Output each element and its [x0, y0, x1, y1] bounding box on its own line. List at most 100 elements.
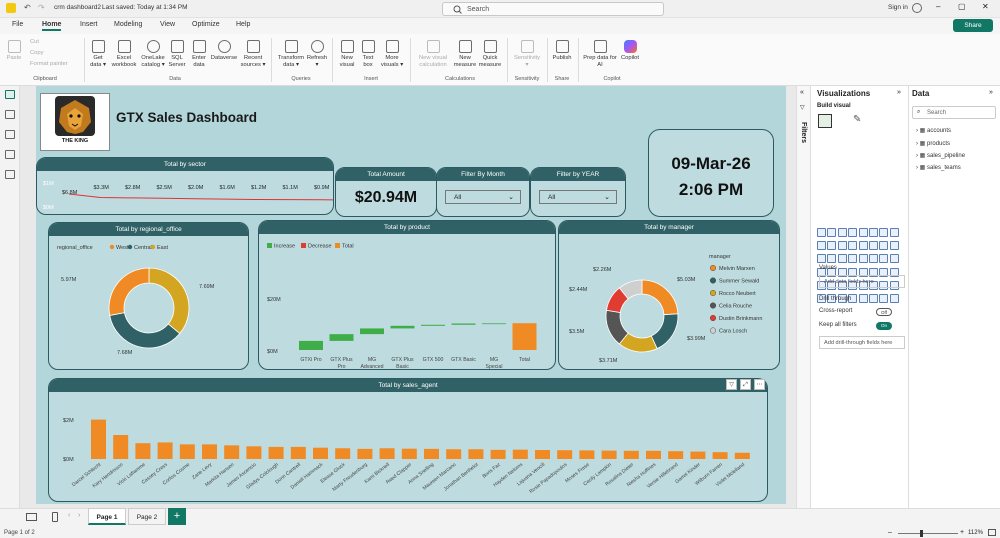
visual-type-icon[interactable] — [858, 228, 868, 237]
table-accounts[interactable]: › ▦ accounts — [916, 127, 951, 134]
undo-icon[interactable]: ↶ — [24, 3, 31, 12]
visual-type-icon[interactable] — [889, 228, 899, 237]
visual-type-icon[interactable] — [879, 241, 889, 251]
product-bar[interactable] — [360, 328, 384, 335]
regional-slice-central[interactable] — [109, 312, 181, 349]
agent-bar[interactable] — [601, 450, 617, 459]
visual-type-icon[interactable] — [889, 241, 899, 251]
product-bar[interactable] — [390, 325, 415, 329]
copilot-button[interactable]: Copilot — [618, 40, 642, 62]
visual-type-icon[interactable] — [858, 293, 868, 303]
manager-chart-card[interactable]: Total by manager $2.26M $5.03M $2.44M $3… — [558, 220, 780, 370]
regional-donut-chart[interactable]: regional_office West Central East 5.97M … — [49, 236, 248, 370]
agent-bar[interactable] — [468, 449, 484, 459]
agent-bar[interactable] — [535, 450, 550, 459]
visual-type-icon[interactable] — [858, 254, 868, 264]
visual-type-icon[interactable] — [837, 241, 847, 251]
menu-view[interactable]: View — [160, 21, 175, 28]
visual-type-icon[interactable] — [879, 254, 889, 264]
manager-legend-item[interactable]: Cara Losch — [719, 329, 747, 335]
format-painter-button[interactable]: Format painter — [30, 61, 68, 67]
get-data-button[interactable]: Get data ▾ — [88, 40, 108, 68]
regional-office-card[interactable]: Total by regional_office regional_office… — [48, 222, 249, 370]
sector-chart-card[interactable]: Total by sector $1M $0M $6.8M $3.3M $2.8M $2.… — [36, 157, 334, 215]
manager-legend-item[interactable]: Dustin Brinkmann — [719, 316, 762, 322]
regional-slice-west[interactable] — [108, 267, 150, 316]
zoom-in-icon[interactable]: + — [960, 529, 964, 536]
month-dropdown[interactable]: All ⌄ — [445, 190, 521, 204]
add-page-button[interactable]: + — [168, 508, 186, 525]
new-measure-button[interactable]: New measure — [452, 40, 478, 68]
visual-type-icon[interactable] — [848, 254, 858, 264]
paste-button[interactable]: Paste — [4, 40, 24, 62]
legend-central[interactable]: Central — [134, 245, 152, 251]
build-visual-tab-icon[interactable] — [818, 114, 832, 128]
agent-bar[interactable] — [313, 447, 328, 459]
dax-query-icon[interactable] — [5, 150, 15, 159]
recent-sources-button[interactable]: Recent sources ▾ — [240, 40, 266, 68]
visual-type-icon[interactable] — [848, 228, 858, 237]
dataverse-button[interactable]: Dataverse — [209, 40, 239, 62]
maximize-icon[interactable]: ▢ — [958, 2, 966, 11]
product-bar[interactable] — [421, 324, 445, 326]
agent-bar[interactable] — [268, 446, 284, 459]
agent-bar[interactable] — [224, 445, 240, 459]
agent-bar[interactable] — [401, 448, 417, 459]
product-bar[interactable] — [299, 340, 323, 350]
agent-bar[interactable] — [557, 450, 573, 459]
agent-bar[interactable] — [512, 449, 528, 459]
agent-bar[interactable] — [646, 450, 661, 459]
agent-bar[interactable] — [157, 442, 173, 459]
legend-increase[interactable]: Increase — [274, 244, 295, 250]
sales-agent-bar-chart[interactable]: $2M $0M Darcel SchlechtKary HendrixsonVi… — [49, 392, 767, 502]
menu-modeling[interactable]: Modeling — [114, 21, 142, 28]
agent-bar[interactable] — [690, 451, 706, 459]
product-bar[interactable] — [482, 323, 506, 325]
visual-type-icon[interactable] — [868, 241, 878, 251]
menu-home[interactable]: Home — [42, 21, 62, 31]
visual-type-icon[interactable] — [889, 254, 899, 264]
legend-east[interactable]: East — [157, 245, 168, 251]
search-input[interactable]: Search — [442, 2, 664, 16]
agent-bar[interactable] — [202, 444, 217, 459]
more-visuals-button[interactable]: More visuals ▾ — [378, 40, 406, 68]
transform-data-button[interactable]: Transform data ▾ — [276, 40, 306, 68]
agent-bar[interactable] — [579, 450, 595, 459]
quick-measure-button[interactable]: Quick measure — [477, 40, 503, 68]
manager-legend-item[interactable]: Summer Sewald — [719, 279, 759, 285]
keep-filters-toggle[interactable]: On — [876, 322, 892, 330]
product-bar[interactable] — [329, 334, 354, 341]
agent-bar[interactable] — [179, 444, 195, 459]
legend-total[interactable]: Total — [342, 244, 354, 250]
text-box-button[interactable]: Text box — [358, 40, 378, 68]
manager-slice-melvin-marxen[interactable] — [641, 279, 679, 316]
zoom-slider[interactable] — [898, 533, 958, 534]
agent-bar[interactable] — [668, 451, 684, 459]
zoom-out-icon[interactable]: – — [888, 529, 892, 536]
manager-legend-item[interactable]: Rocco Neubert — [719, 291, 756, 297]
copy-button[interactable]: Copy — [30, 50, 44, 56]
desktop-layout-icon[interactable] — [26, 513, 37, 521]
visual-type-icon[interactable] — [868, 293, 878, 303]
agent-bar[interactable] — [490, 449, 506, 459]
onelake-catalog-button[interactable]: OneLake catalog ▾ — [140, 40, 166, 68]
visual-type-icon[interactable] — [868, 254, 878, 264]
data-search-input[interactable]: ⌕ Search — [912, 106, 996, 119]
minimize-icon[interactable]: – — [936, 2, 940, 11]
visual-type-icon[interactable] — [817, 241, 826, 251]
filter-icon[interactable]: ▽ — [726, 379, 737, 390]
year-dropdown[interactable]: All ⌄ — [539, 190, 617, 204]
product-bar[interactable] — [512, 323, 537, 350]
report-view-icon[interactable] — [5, 90, 15, 99]
agent-bar[interactable] — [335, 448, 351, 459]
sensitivity-button[interactable]: Sensitivity ▾ — [510, 40, 544, 68]
agent-bar[interactable] — [379, 448, 395, 459]
chevron-left-icon[interactable]: « — [800, 89, 804, 96]
visual-type-icon[interactable] — [827, 241, 837, 251]
prep-data-ai-button[interactable]: Prep data for AI — [580, 40, 620, 68]
agent-bar[interactable] — [135, 443, 151, 459]
refresh-button[interactable]: Refresh ▾ — [306, 40, 328, 68]
visual-type-icon[interactable] — [837, 228, 847, 237]
menu-insert[interactable]: Insert — [80, 21, 98, 28]
new-visual-calculation-button[interactable]: New visual calculation — [412, 40, 454, 68]
